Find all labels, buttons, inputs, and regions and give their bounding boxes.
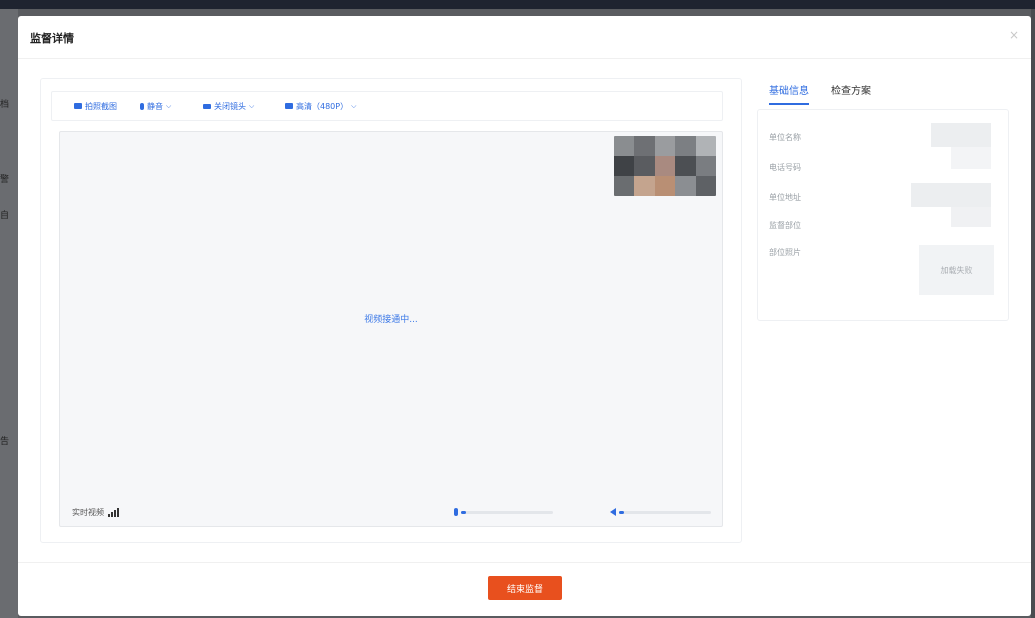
chevron-down-icon: ⌵ — [351, 101, 357, 110]
camera-toggle-dropdown[interactable]: 关闭镜头 ⌵ — [203, 92, 254, 120]
speaker-volume[interactable] — [610, 508, 711, 516]
hd-icon — [285, 103, 293, 109]
unit-name-label: 单位名称 — [769, 133, 801, 142]
supervised-part-label: 监督部位 — [769, 221, 801, 230]
mute-label: 静音 — [147, 101, 163, 111]
camera-icon — [74, 103, 82, 109]
screenshot-label: 拍照截图 — [85, 101, 117, 111]
speaker-volume-slider[interactable] — [619, 510, 711, 514]
microphone-icon — [140, 102, 144, 110]
dialog-title: 监督详情 — [30, 32, 74, 45]
footer-divider — [18, 562, 1031, 563]
background-page-right — [1031, 9, 1035, 618]
signal-strength-icon — [108, 508, 119, 517]
mic-volume-slider[interactable] — [461, 510, 553, 514]
part-photo-label: 部位照片 — [769, 248, 801, 257]
redacted-value — [931, 123, 991, 147]
video-viewport: 视频接通中... 实时视频 — [59, 131, 723, 527]
speaker-volume-fill — [619, 510, 624, 514]
speaker-icon — [610, 508, 616, 516]
video-camera-icon — [203, 103, 211, 109]
part-photo-placeholder: 加载失败 — [919, 245, 994, 295]
close-icon[interactable]: × — [1009, 28, 1019, 42]
connecting-status: 视频接通中... — [364, 315, 418, 325]
supervision-detail-dialog: 监督详情 × 拍照截图 静音 ⌵ 关闭镜头 ⌵ 高清（480P） ⌵ 视频接通中… — [18, 16, 1031, 616]
mic-volume-fill — [461, 510, 466, 514]
chevron-down-icon: ⌵ — [166, 101, 172, 110]
header-divider — [18, 58, 1031, 59]
tab-inspection-plan[interactable]: 检查方案 — [831, 82, 871, 105]
redacted-value — [951, 207, 991, 227]
camera-label: 关闭镜头 — [214, 101, 246, 111]
background-text: 自 — [0, 211, 10, 221]
app-top-bar — [0, 0, 1035, 9]
address-label: 单位地址 — [769, 193, 801, 202]
end-supervision-button[interactable]: 结束监督 — [488, 576, 562, 600]
background-text: 警 — [0, 175, 10, 185]
redacted-value — [911, 183, 991, 207]
chevron-down-icon: ⌵ — [249, 101, 255, 110]
screenshot-button[interactable]: 拍照截图 — [74, 92, 117, 120]
video-toolbar: 拍照截图 静音 ⌵ 关闭镜头 ⌵ 高清（480P） ⌵ — [51, 91, 723, 121]
video-panel: 拍照截图 静音 ⌵ 关闭镜头 ⌵ 高清（480P） ⌵ 视频接通中... 实时视… — [40, 78, 742, 543]
local-video-preview[interactable] — [614, 136, 716, 196]
quality-label: 高清（480P） — [296, 101, 349, 111]
mic-volume[interactable] — [454, 508, 553, 516]
redacted-value — [951, 147, 991, 169]
basic-info-panel: 单位名称 电话号码 单位地址 监督部位 部位照片 加载失败 — [757, 109, 1009, 321]
tab-basic-info[interactable]: 基础信息 — [769, 82, 809, 105]
quality-dropdown[interactable]: 高清（480P） ⌵ — [285, 92, 356, 120]
detail-tabs: 基础信息 检查方案 — [769, 82, 871, 105]
microphone-icon — [454, 508, 458, 516]
live-video-label: 实时视频 — [72, 508, 104, 517]
phone-label: 电话号码 — [769, 163, 801, 172]
background-text: 告 — [0, 437, 10, 447]
live-video-indicator: 实时视频 — [72, 507, 119, 518]
mute-dropdown[interactable]: 静音 ⌵ — [140, 92, 171, 120]
background-text: 档 — [0, 100, 10, 110]
